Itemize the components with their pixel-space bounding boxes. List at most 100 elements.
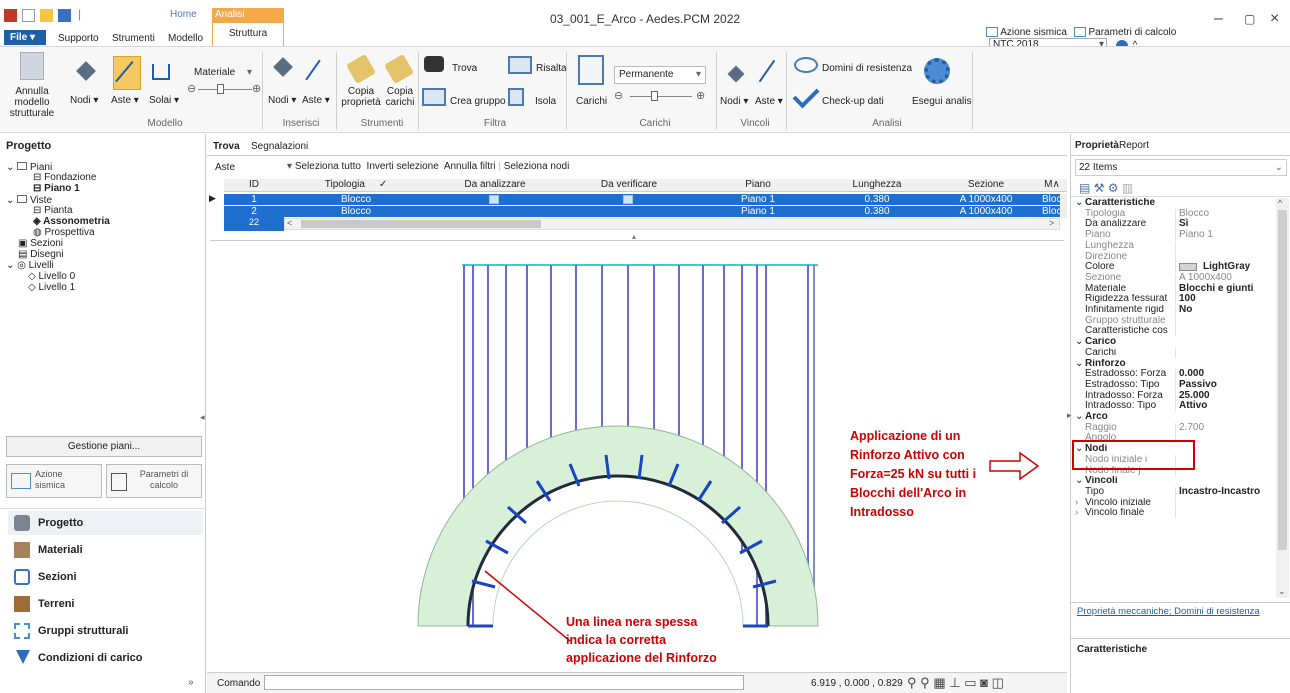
table-row[interactable]: 2 Blocco Piano 1 0.380 A 1000x400 Bloc: [224, 206, 1060, 217]
tree-item-pianta[interactable]: ⊟ Pianta: [33, 205, 73, 217]
property-row[interactable]: Estradosso: Forza 0.000: [1071, 369, 1276, 380]
tree-item-piano-1[interactable]: ⊟ Piano 1: [33, 183, 80, 195]
property-row[interactable]: Infinitamente rigid No: [1071, 304, 1276, 316]
col-sezione[interactable]: Sezione: [936, 179, 1036, 190]
layout-icon[interactable]: ◫: [992, 675, 1004, 690]
condizione-select[interactable]: Permanente ▾: [614, 66, 706, 84]
property-value[interactable]: Passivo: [1179, 379, 1217, 391]
slider-minus-icon[interactable]: ⊖: [614, 89, 623, 102]
scroll-down-icon[interactable]: ⌄: [1278, 586, 1286, 597]
property-row[interactable]: Materiale Blocchi e giunti: [1071, 283, 1276, 295]
property-row[interactable]: Tipologia Blocco: [1071, 208, 1276, 220]
categorized-icon[interactable]: ▤: [1079, 181, 1090, 195]
slider-plus-icon[interactable]: ⊕: [696, 89, 705, 102]
materiale-slider[interactable]: [198, 89, 252, 90]
tab-segnalazioni[interactable]: Segnalazioni: [251, 141, 308, 152]
property-row[interactable]: Rigidezza fessurat 100: [1071, 294, 1276, 305]
property-value[interactable]: No: [1179, 304, 1192, 316]
property-value[interactable]: Attivo: [1179, 401, 1207, 412]
panel-splitter-arrow-icon[interactable]: ▸: [1067, 410, 1072, 421]
vertical-scrollbar[interactable]: [1060, 194, 1067, 218]
property-row[interactable]: Lunghezza: [1071, 240, 1276, 252]
property-row[interactable]: › Vincolo iniziale: [1071, 497, 1276, 509]
esegui-analisi-button[interactable]: Esegui analisi: [912, 96, 974, 107]
aste-active-button[interactable]: [113, 56, 141, 90]
collapse-chevron-icon[interactable]: ⌄: [1075, 197, 1083, 209]
tab-home[interactable]: Home: [170, 9, 197, 20]
slider-minus-icon[interactable]: ⊖: [187, 82, 196, 95]
azione-sismica-link[interactable]: Azione sismica: [1000, 27, 1067, 38]
property-row[interactable]: Gruppo strutturale: [1071, 315, 1276, 327]
tree-item-livelli[interactable]: ⌄ ◎ Livelli: [6, 260, 54, 272]
property-row[interactable]: Estradosso: Tipo Passivo: [1071, 379, 1276, 391]
property-row[interactable]: Da analizzare Sì: [1071, 219, 1276, 230]
tab-supporto[interactable]: Supporto: [58, 33, 99, 44]
col-da-verificare[interactable]: Da verificare: [564, 179, 694, 190]
tab-strumenti[interactable]: Strumenti: [112, 33, 155, 44]
collapse-chevron-icon[interactable]: ⌄: [1075, 476, 1083, 487]
scroll-up-icon[interactable]: ^: [1278, 198, 1282, 208]
copia-carichi-button[interactable]: Copia carichi: [382, 86, 418, 108]
maximize-icon[interactable]: ▢: [1244, 12, 1255, 26]
annulla-modello-button[interactable]: Annulla modello strutturale: [4, 86, 60, 119]
annulla-filtri-button[interactable]: Annulla filtri: [444, 161, 496, 172]
solai-button[interactable]: Solai ▾: [149, 95, 179, 106]
property-value[interactable]: 2.700: [1179, 422, 1204, 434]
carichi-slider[interactable]: [630, 96, 692, 97]
pages-icon[interactable]: ▥: [1122, 181, 1133, 195]
tree-item-livello-0[interactable]: ◇ Livello 0: [28, 271, 75, 283]
tree-item-disegni[interactable]: ▤ Disegni: [18, 249, 64, 261]
expand-chevron-icon[interactable]: ›: [1075, 508, 1078, 519]
file-menu-button[interactable]: File ▾: [4, 30, 46, 45]
table-row[interactable]: 22: [224, 217, 284, 231]
copia-proprieta-button[interactable]: Copia proprietà: [341, 86, 381, 108]
collapse-chevron-icon[interactable]: ⌄: [1075, 358, 1083, 370]
checkbox-da-analizzare[interactable]: [489, 195, 499, 204]
tab-report[interactable]: Report: [1119, 140, 1149, 151]
slider-plus-icon[interactable]: ⊕: [252, 82, 261, 95]
nav-materiali[interactable]: Materiali: [8, 538, 203, 562]
scrollbar-thumb[interactable]: [1278, 210, 1287, 550]
mechanical-properties-link[interactable]: Proprietà meccaniche; Domini di resisten…: [1077, 606, 1260, 617]
tab-proprieta[interactable]: Proprietà: [1075, 140, 1119, 151]
property-category[interactable]: ⌄ Carico: [1071, 336, 1276, 348]
vincolo-aste-button[interactable]: Aste ▾: [755, 96, 783, 107]
insert-aste-button[interactable]: Aste ▾: [302, 95, 330, 106]
property-row[interactable]: Sezione A 1000x400: [1071, 272, 1276, 284]
property-row[interactable]: Colore LightGray: [1071, 262, 1276, 273]
camera-icon[interactable]: ◙: [980, 675, 988, 690]
tab-struttura[interactable]: Struttura: [212, 22, 284, 46]
property-row[interactable]: Intradosso: Tipo Attivo: [1071, 401, 1276, 412]
nav-sezioni[interactable]: Sezioni: [8, 565, 203, 589]
seleziona-nodi-button[interactable]: Seleziona nodi: [504, 161, 570, 172]
property-row[interactable]: Tipo Incastro-Incastro: [1071, 486, 1276, 498]
property-category[interactable]: ⌄ Arco: [1071, 411, 1276, 423]
collapse-chevron-icon[interactable]: ⌄: [1075, 336, 1083, 348]
nav-gruppi-strutturali[interactable]: Gruppi strutturali: [8, 619, 203, 643]
tools-icon[interactable]: ⚒: [1094, 181, 1105, 195]
tree-item-fondazione[interactable]: ⊟ Fondazione: [33, 172, 96, 184]
zoom-window-icon[interactable]: ⚲: [920, 675, 930, 690]
col-lunghezza[interactable]: Lunghezza: [822, 179, 932, 190]
parametri-calcolo-link[interactable]: Parametri di calcolo: [1089, 27, 1177, 38]
table-row[interactable]: 1 Blocco Piano 1 0.380 A 1000x400 Bloc: [224, 194, 1060, 205]
col-id[interactable]: ID: [224, 179, 284, 190]
property-row[interactable]: Raggio 2.700: [1071, 422, 1276, 434]
property-value[interactable]: A 1000x400: [1179, 272, 1232, 284]
col-piano[interactable]: Piano: [698, 179, 818, 190]
property-row[interactable]: Carichi: [1071, 347, 1276, 359]
isola-button[interactable]: Isola: [535, 96, 556, 107]
gestione-piani-button[interactable]: Gestione piani...: [6, 436, 202, 457]
domini-button[interactable]: Domini di resistenza: [822, 63, 912, 74]
scroll-right-icon[interactable]: >: [1049, 218, 1054, 228]
items-select[interactable]: 22 Items ⌄: [1075, 159, 1287, 176]
nodi-button[interactable]: Nodi ▾: [70, 95, 98, 106]
materiale-select[interactable]: Materiale ▾: [190, 65, 256, 83]
checkbox-da-verificare[interactable]: [623, 195, 633, 204]
property-row[interactable]: › Vincolo finale: [1071, 508, 1276, 519]
dropdown-arrow-icon[interactable]: ▾: [287, 161, 292, 172]
azione-sismica-button[interactable]: Azione sismica: [6, 464, 102, 498]
col-m[interactable]: M∧: [1042, 179, 1062, 190]
grid-icon[interactable]: ▦: [933, 675, 945, 690]
property-category[interactable]: ⌄ Caratteristiche: [1071, 197, 1276, 209]
